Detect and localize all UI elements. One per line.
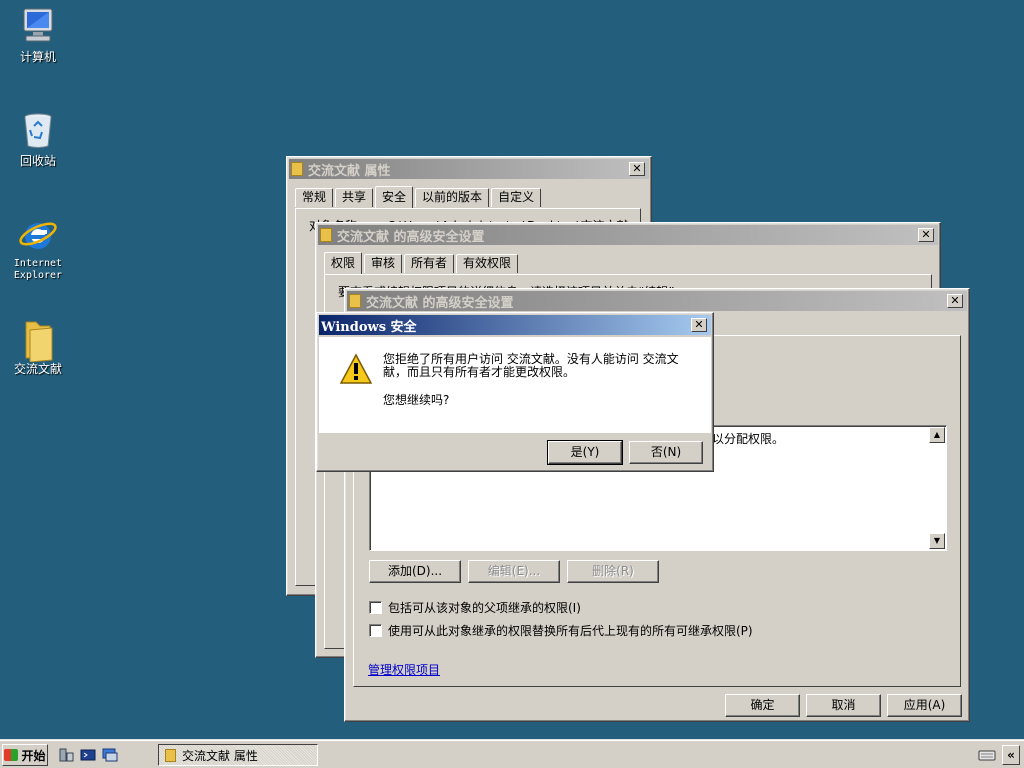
- cancel-button[interactable]: 取消: [806, 694, 881, 717]
- window-title: 交流文献 属性: [308, 163, 391, 179]
- folder-icon: [320, 228, 332, 242]
- no-button[interactable]: 否(N): [629, 441, 703, 464]
- desktop-icon-computer[interactable]: 计算机: [0, 6, 76, 64]
- taskbar-item-label: 交流文献 属性: [182, 748, 258, 763]
- advanced-security-titlebar-2[interactable]: 交流文献 的高级安全设置 ✕: [347, 291, 967, 311]
- dialog-title: Windows 安全: [321, 319, 417, 335]
- replace-checkbox-label: 使用可从此对象继承的权限替换所有后代上现有的所有可继承权限(P): [388, 624, 753, 638]
- dialog-body: 您拒绝了所有用户访问 交流文献。没有人能访问 交流文献，而且只有所有者才能更改权…: [319, 337, 711, 433]
- scroll-down-arrow[interactable]: ▼: [929, 533, 945, 549]
- desktop-icon-label: 回收站: [19, 154, 56, 168]
- taskbar-item-properties[interactable]: 交流文献 属性: [158, 744, 318, 766]
- computer-icon: [18, 6, 58, 46]
- folder-icon: [349, 294, 361, 308]
- recycle-bin-icon: [18, 110, 58, 150]
- inherit-checkbox-label: 包括可从该对象的父项继承的权限(I): [388, 601, 581, 615]
- tab-sharing[interactable]: 共享: [335, 188, 374, 207]
- tab-permissions[interactable]: 权限: [324, 252, 363, 274]
- tab-previous-versions[interactable]: 以前的版本: [415, 188, 490, 207]
- window-title: 交流文献 的高级安全设置: [337, 229, 485, 245]
- tray-expand-button[interactable]: «: [1002, 745, 1020, 765]
- desktop-icon-label: 计算机: [19, 50, 56, 64]
- dialog-question: 您想继续吗?: [383, 393, 450, 407]
- yes-button[interactable]: 是(Y): [547, 440, 623, 465]
- dialog-titlebar[interactable]: Windows 安全 ✕: [319, 315, 711, 335]
- replace-checkbox[interactable]: [369, 624, 382, 637]
- scroll-up-arrow[interactable]: ▲: [929, 427, 945, 443]
- tab-customize[interactable]: 自定义: [491, 188, 542, 207]
- close-button[interactable]: ✕: [629, 162, 645, 176]
- delete-button[interactable]: 删除(R): [567, 560, 659, 583]
- close-button[interactable]: ✕: [947, 294, 963, 308]
- folder-icon: [291, 162, 303, 176]
- inherit-checkbox-row[interactable]: 包括可从该对象的父项继承的权限(I): [369, 599, 581, 616]
- start-label: 开始: [21, 748, 46, 763]
- desktop-icon-internet-explorer[interactable]: Internet Explorer: [0, 214, 76, 282]
- apply-button[interactable]: 应用(A): [887, 694, 962, 717]
- server-manager-icon[interactable]: [58, 747, 74, 763]
- warning-icon: [339, 353, 373, 385]
- manage-permissions-link[interactable]: 管理权限项目: [368, 661, 440, 678]
- tab-owner[interactable]: 所有者: [404, 254, 455, 273]
- ok-button[interactable]: 确定: [725, 694, 800, 717]
- powershell-icon[interactable]: [80, 747, 96, 763]
- close-button[interactable]: ✕: [918, 228, 934, 242]
- show-desktop-icon[interactable]: [102, 747, 118, 763]
- tab-security[interactable]: 安全: [375, 186, 414, 208]
- windows-security-dialog: Windows 安全 ✕ 您拒绝了所有用户访问 交流文献。没有人能访问 交流文献…: [316, 312, 714, 472]
- internet-explorer-icon: [18, 214, 58, 254]
- add-button[interactable]: 添加(D)...: [369, 560, 461, 583]
- edit-button[interactable]: 编辑(E)...: [468, 560, 560, 583]
- start-button[interactable]: 开始: [2, 744, 48, 766]
- window-title: 交流文献 的高级安全设置: [366, 295, 514, 311]
- tab-auditing[interactable]: 审核: [364, 254, 403, 273]
- windows-flag-icon: [4, 749, 19, 761]
- tab-effective-permissions[interactable]: 有效权限: [456, 254, 519, 273]
- desktop-icon-label: Internet Explorer: [13, 258, 63, 281]
- inherit-checkbox[interactable]: [369, 601, 382, 614]
- tab-general[interactable]: 常规: [295, 188, 334, 207]
- advanced-tabs-1: 权限 审核 所有者 有效权限: [316, 247, 940, 274]
- taskbar: 开始 交流文献 属性 «: [0, 740, 1024, 768]
- properties-titlebar[interactable]: 交流文献 属性 ✕: [289, 159, 649, 179]
- desktop-icon-recycle-bin[interactable]: 回收站: [0, 110, 76, 168]
- dialog-message: 您拒绝了所有用户访问 交流文献。没有人能访问 交流文献，而且只有所有者才能更改权…: [383, 352, 679, 379]
- replace-checkbox-row[interactable]: 使用可从此对象继承的权限替换所有后代上现有的所有可继承权限(P): [369, 622, 753, 639]
- folder-icon: [165, 748, 176, 762]
- desktop-icon-label: 交流文献: [13, 362, 62, 376]
- desktop-icon-folder[interactable]: 交流文献: [0, 318, 76, 376]
- keyboard-icon[interactable]: [978, 748, 996, 762]
- close-button[interactable]: ✕: [691, 318, 707, 332]
- folder-icon: [18, 318, 58, 363]
- properties-tabs: 常规 共享 安全 以前的版本 自定义: [287, 181, 651, 208]
- advanced-security-titlebar-1[interactable]: 交流文献 的高级安全设置 ✕: [318, 225, 938, 245]
